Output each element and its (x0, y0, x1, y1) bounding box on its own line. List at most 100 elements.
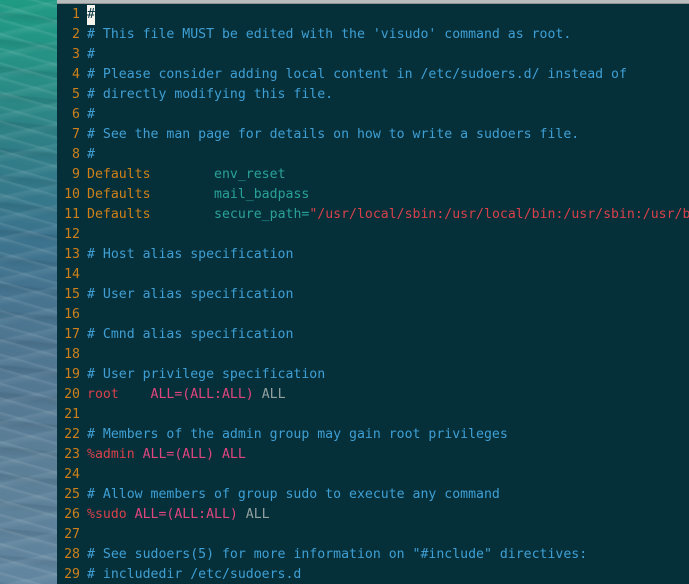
code-token: # (87, 5, 95, 25)
line-number: 28 (64, 547, 80, 562)
code-token: # includedir /etc/sudoers.d (87, 567, 302, 582)
code-token: secure_path= (150, 207, 310, 222)
line-number: 7 (72, 127, 80, 142)
code-line[interactable]: 1 # (57, 5, 689, 25)
line-text: # Allow members of group sudo to execute… (87, 485, 500, 505)
code-line[interactable]: 22 # Members of the admin group may gain … (57, 425, 689, 445)
line-number: 15 (64, 287, 80, 302)
line-text: # (87, 145, 95, 165)
desktop-wallpaper[interactable] (0, 0, 57, 584)
code-line[interactable]: 16 (57, 305, 689, 325)
line-number: 17 (64, 327, 80, 342)
line-text: # See the man page for details on how to… (87, 125, 579, 145)
line-text: # Cmnd alias specification (87, 325, 293, 345)
code-token: root (87, 387, 119, 402)
line-number: 19 (64, 367, 80, 382)
terminal-window[interactable]: 1 #2 # This file MUST be edited with the '… (57, 0, 689, 584)
line-text: # This file MUST be edited with the 'vis… (87, 25, 571, 45)
line-number: 21 (64, 407, 80, 422)
code-token: ALL=(ALL:ALL) (150, 387, 254, 402)
code-lines-container: 1 #2 # This file MUST be edited with the '… (57, 5, 689, 584)
line-text: # (87, 5, 95, 25)
code-token: # directly modifying this file. (87, 87, 334, 102)
code-line[interactable]: 7 # See the man page for details on how t… (57, 125, 689, 145)
code-line[interactable]: 3 # (57, 45, 689, 65)
code-line[interactable]: 27 (57, 525, 689, 545)
code-token: # User privilege specification (87, 367, 326, 382)
line-number: 27 (64, 527, 80, 542)
code-token: mail_badpass (150, 187, 310, 202)
line-text: # User privilege specification (87, 365, 325, 385)
code-token: # See sudoers(5) for more information on… (87, 547, 588, 562)
line-text: # (87, 45, 95, 65)
line-number: 16 (64, 307, 80, 322)
line-text: Defaults mail_badpass (87, 185, 309, 205)
code-line[interactable]: 15 # User alias specification (57, 285, 689, 305)
code-line[interactable]: 5 # directly modifying this file. (57, 85, 689, 105)
line-number: 10 (64, 187, 80, 202)
code-line[interactable]: 17 # Cmnd alias specification (57, 325, 689, 345)
line-number: 25 (64, 487, 80, 502)
code-token: Defaults (87, 207, 151, 222)
code-line[interactable]: 4 # Please consider adding local content … (57, 65, 689, 85)
code-line[interactable]: 9 Defaults env_reset (57, 165, 689, 185)
code-token: %admin (87, 447, 135, 462)
line-number: 18 (64, 347, 80, 362)
screen: 1 #2 # This file MUST be edited with the '… (0, 0, 689, 584)
line-text: # Members of the admin group may gain ro… (87, 425, 508, 445)
wallpaper-wave-texture (0, 0, 57, 584)
line-text: # includedir /etc/sudoers.d (87, 565, 301, 584)
code-token: # Please consider adding local content i… (87, 67, 627, 82)
code-line[interactable]: 19 # User privilege specification (57, 365, 689, 385)
line-number: 4 (72, 67, 80, 82)
code-line[interactable]: 20 root ALL=(ALL:ALL) ALL (57, 385, 689, 405)
code-token: # Members of the admin group may gain ro… (87, 427, 508, 442)
code-line[interactable]: 24 (57, 465, 689, 485)
line-text: # (87, 105, 95, 125)
line-number: 14 (64, 267, 80, 282)
code-line[interactable]: 23 %admin ALL=(ALL) ALL (57, 445, 689, 465)
line-number: 8 (72, 147, 80, 162)
line-number: 20 (64, 387, 80, 402)
line-number: 6 (72, 107, 80, 122)
code-token: ALL=(ALL:ALL) (126, 507, 238, 522)
code-token: env_reset (150, 167, 286, 182)
code-token: "/usr/local/sbin:/usr/local/bin:/usr/sbi… (309, 207, 689, 222)
code-line[interactable]: 11 Defaults secure_path="/usr/local/sbin:… (57, 205, 689, 225)
code-line[interactable]: 14 (57, 265, 689, 285)
terminal-titlebar[interactable] (57, 0, 689, 4)
code-line[interactable]: 29 # includedir /etc/sudoers.d (57, 565, 689, 584)
code-token: # (87, 147, 95, 162)
code-line[interactable]: 26 %sudo ALL=(ALL:ALL) ALL (57, 505, 689, 525)
code-line[interactable]: 21 (57, 405, 689, 425)
line-text: Defaults secure_path="/usr/local/sbin:/u… (87, 205, 689, 225)
line-number: 23 (64, 447, 80, 462)
line-number: 24 (64, 467, 80, 482)
line-text: Defaults env_reset (87, 165, 286, 185)
vim-editor-buffer[interactable]: 1 #2 # This file MUST be edited with the '… (57, 5, 689, 584)
line-text: %admin ALL=(ALL) ALL (87, 445, 246, 465)
code-token: # User alias specification (87, 287, 294, 302)
code-line[interactable]: 10 Defaults mail_badpass (57, 185, 689, 205)
line-text: # User alias specification (87, 285, 293, 305)
code-token: Defaults (87, 167, 151, 182)
code-line[interactable]: 13 # Host alias specification (57, 245, 689, 265)
line-text: # Host alias specification (87, 245, 293, 265)
line-text: root ALL=(ALL:ALL) ALL (87, 385, 286, 405)
code-token: # Allow members of group sudo to execute… (87, 487, 500, 502)
line-number: 5 (72, 87, 80, 102)
code-line[interactable]: 18 (57, 345, 689, 365)
code-line[interactable]: 8 # (57, 145, 689, 165)
code-token: %sudo (87, 507, 127, 522)
line-number: 12 (64, 227, 80, 242)
code-token: # Cmnd alias specification (87, 327, 294, 342)
line-number: 1 (72, 7, 80, 22)
line-number: 11 (64, 207, 80, 222)
code-line[interactable]: 6 # (57, 105, 689, 125)
code-line[interactable]: 2 # This file MUST be edited with the 'vi… (57, 25, 689, 45)
line-number: 13 (64, 247, 80, 262)
code-line[interactable]: 25 # Allow members of group sudo to execu… (57, 485, 689, 505)
code-line[interactable]: 12 (57, 225, 689, 245)
code-line[interactable]: 28 # See sudoers(5) for more information … (57, 545, 689, 565)
